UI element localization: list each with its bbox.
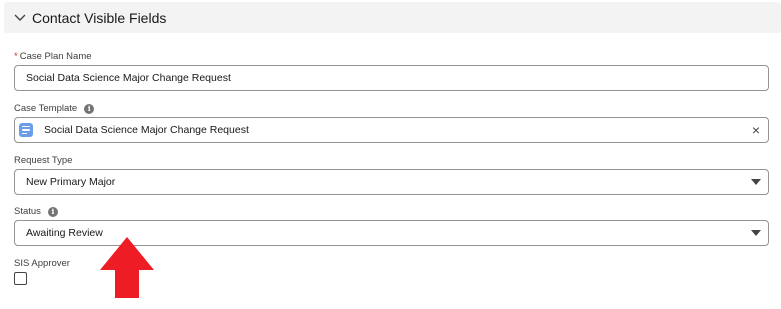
sis-approver-label: SIS Approver bbox=[14, 258, 70, 269]
section-header-contact-visible-fields[interactable]: Contact Visible Fields bbox=[4, 2, 781, 33]
case-plan-name-value: Social Data Science Major Change Request bbox=[26, 72, 231, 84]
request-type-value: New Primary Major bbox=[26, 176, 116, 188]
case-template-label-text: Case Template bbox=[14, 103, 78, 114]
section-title: Contact Visible Fields bbox=[32, 9, 167, 26]
request-type-label-text: Request Type bbox=[14, 155, 73, 166]
case-plan-name-label: * Case Plan Name bbox=[14, 51, 92, 62]
required-marker: * bbox=[14, 51, 18, 62]
red-up-arrow-annotation bbox=[100, 237, 154, 298]
template-record-icon bbox=[19, 123, 33, 137]
case-template-value: Social Data Science Major Change Request bbox=[44, 124, 249, 136]
request-type-select[interactable]: New Primary Major bbox=[14, 169, 769, 195]
clear-icon[interactable]: × bbox=[752, 123, 760, 137]
status-label-text: Status bbox=[14, 206, 41, 217]
case-plan-name-input[interactable]: Social Data Science Major Change Request bbox=[14, 65, 769, 91]
chevron-down-icon bbox=[13, 11, 27, 25]
info-icon[interactable]: i bbox=[47, 206, 58, 217]
status-label: Status i bbox=[14, 206, 58, 217]
case-plan-name-label-text: Case Plan Name bbox=[19, 51, 92, 62]
sis-approver-checkbox[interactable] bbox=[14, 272, 27, 285]
request-type-label: Request Type bbox=[14, 155, 72, 166]
dropdown-arrow-icon bbox=[751, 230, 761, 236]
info-icon[interactable]: i bbox=[84, 103, 95, 114]
case-template-lookup[interactable]: Social Data Science Major Change Request… bbox=[14, 117, 769, 143]
case-template-label: Case Template i bbox=[14, 103, 95, 114]
dropdown-arrow-icon bbox=[751, 179, 761, 185]
sis-approver-label-text: SIS Approver bbox=[14, 258, 70, 269]
